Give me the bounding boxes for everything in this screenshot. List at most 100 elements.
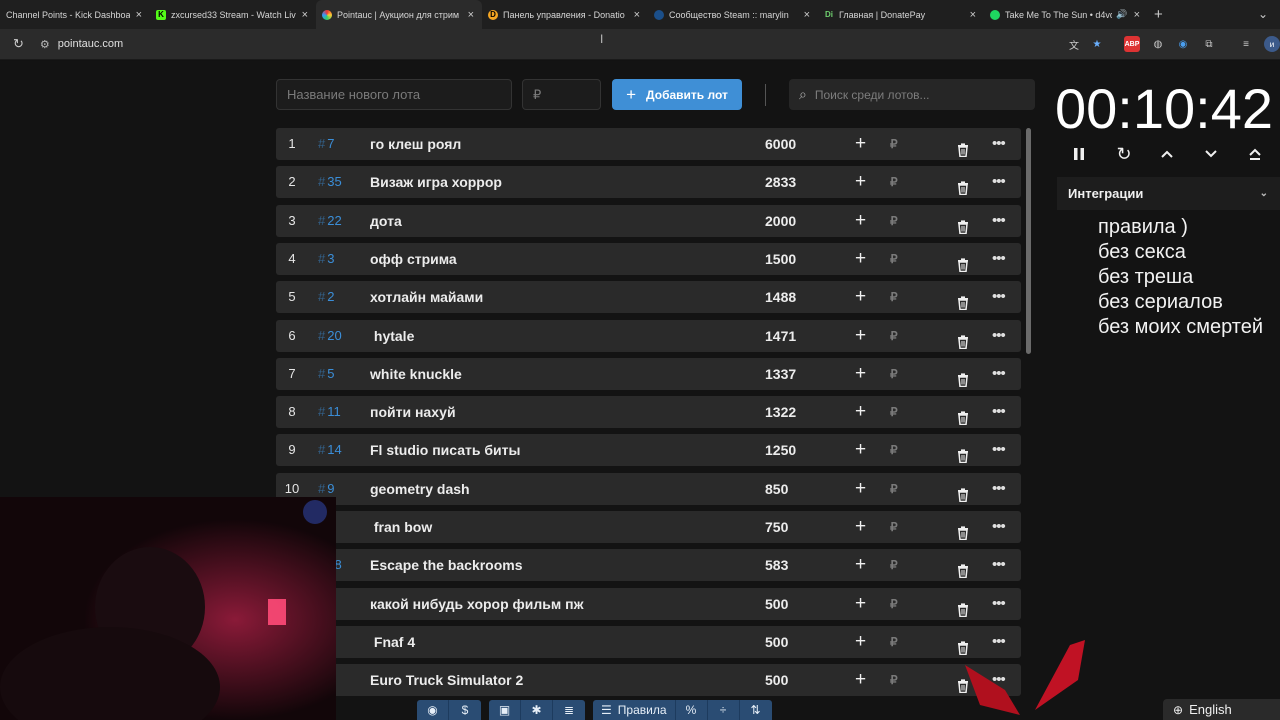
delete-lot-trash-icon[interactable] (957, 136, 969, 168)
more-options-icon[interactable]: ••• (992, 511, 1006, 543)
bookmark-star-icon[interactable]: ★ (1089, 36, 1105, 52)
lot-name[interactable]: го клеш роял (370, 128, 461, 160)
lot-row[interactable]: 7 #5 white knuckle 1337 + ₽ ••• (276, 357, 1021, 390)
reload-icon[interactable]: ↻ (13, 36, 24, 52)
more-options-icon[interactable]: ••• (992, 166, 1006, 198)
tab-close-icon[interactable]: × (302, 9, 308, 21)
lot-row[interactable]: #38Escape the backrooms583+₽••• (276, 549, 1021, 582)
add-amount-plus-icon[interactable]: + (855, 166, 866, 198)
currency-input[interactable]: ₽ (890, 549, 898, 581)
profile-avatar[interactable]: и (1264, 36, 1280, 52)
lot-row[interactable]: 5 #2 хотлайн майами 1488 + ₽ ••• (276, 281, 1021, 314)
delete-lot-trash-icon[interactable] (957, 596, 969, 628)
currency-input[interactable]: ₽ (890, 358, 898, 390)
add-amount-plus-icon[interactable]: + (855, 281, 866, 313)
currency-input[interactable]: ₽ (890, 588, 898, 620)
tab-close-icon[interactable]: × (136, 9, 142, 21)
lot-name[interactable]: white knuckle (370, 358, 462, 390)
lot-name-input[interactable]: Название нового лота (276, 79, 512, 110)
tab-kick-stream[interactable]: K zxcursed33 Stream - Watch Live × (150, 0, 316, 29)
add-lot-button[interactable]: + Добавить лот (612, 79, 742, 110)
tab-search-icon[interactable]: ⌄ (1258, 7, 1268, 21)
lot-row[interactable]: 10 #9 geometry dash 850 + ₽ ••• (276, 472, 1021, 505)
add-amount-plus-icon[interactable]: + (855, 128, 866, 160)
more-options-icon[interactable]: ••• (992, 588, 1006, 620)
lot-row[interactable]: 4 #3 офф стрима 1500 + ₽ ••• (276, 242, 1021, 275)
delete-lot-trash-icon[interactable] (957, 289, 969, 321)
delete-lot-trash-icon[interactable] (957, 519, 969, 551)
lot-name[interactable]: Fl studio писать биты (370, 434, 520, 466)
save-icon[interactable]: ▣ (489, 700, 521, 720)
currency-input[interactable]: ₽ (890, 626, 898, 658)
add-amount-plus-icon[interactable]: + (855, 243, 866, 275)
lot-name[interactable]: Визаж игра хоррор (370, 166, 502, 198)
lot-amount-input[interactable]: ₽ (522, 79, 601, 110)
delete-lot-trash-icon[interactable] (957, 557, 969, 589)
more-options-icon[interactable]: ••• (992, 128, 1006, 160)
bug-report-icon[interactable]: ✱ (521, 700, 553, 720)
rules-button[interactable]: ☰ Правила (593, 700, 676, 720)
lot-row[interactable]: 2 #35 Визаж игра хоррор 2833 + ₽ ••• (276, 166, 1021, 199)
percent-button[interactable]: % (676, 700, 708, 720)
tab-close-icon[interactable]: × (970, 9, 976, 21)
eject-icon[interactable] (1243, 142, 1267, 166)
lot-name[interactable]: hytale (370, 320, 414, 352)
lot-row[interactable]: 6 #20 hytale 1471 + ₽ ••• (276, 319, 1021, 352)
lot-row[interactable]: 1 #7 го клеш роял 6000 + ₽ ••• (276, 128, 1021, 160)
tab-steam-community[interactable]: Сообщество Steam :: marylin × (648, 0, 818, 29)
currency-input[interactable]: ₽ (890, 205, 898, 237)
extensions-puzzle-icon[interactable]: ⧉ (1201, 36, 1217, 52)
currency-input[interactable]: ₽ (890, 664, 898, 696)
more-options-icon[interactable]: ••• (992, 434, 1006, 466)
add-amount-plus-icon[interactable]: + (855, 664, 866, 696)
add-amount-plus-icon[interactable]: + (855, 358, 866, 390)
delete-lot-trash-icon[interactable] (957, 213, 969, 245)
chevron-down-icon[interactable] (1199, 142, 1223, 166)
lot-row[interactable]: #9 Fnaf 4500+₽••• (276, 625, 1021, 658)
tab-donation-panel[interactable]: D Панель управления - Donatio × (482, 0, 648, 29)
currency-input[interactable]: ₽ (890, 166, 898, 198)
lot-name[interactable]: Euro Truck Simulator 2 (370, 664, 523, 696)
more-options-icon[interactable]: ••• (992, 549, 1006, 581)
add-amount-plus-icon[interactable]: + (855, 549, 866, 581)
lot-row[interactable]: 9 #14 Fl studio писать биты 1250 + ₽ ••• (276, 434, 1021, 467)
delete-lot-trash-icon[interactable] (957, 404, 969, 436)
lot-search-input[interactable]: ⌕ Поиск среди лотов... (789, 79, 1035, 110)
more-options-icon[interactable]: ••• (992, 396, 1006, 428)
lot-name[interactable]: fran bow (370, 511, 432, 543)
chevron-up-icon[interactable] (1155, 142, 1179, 166)
extension-icon[interactable]: ◍ (1150, 36, 1166, 52)
lot-list-scrollbar[interactable] (1026, 128, 1031, 354)
integrations-panel-header[interactable]: Интеграции ⌄ (1057, 177, 1280, 210)
reset-timer-icon[interactable]: ↻ (1112, 142, 1136, 166)
lot-name[interactable]: хотлайн майами (370, 281, 483, 313)
add-amount-plus-icon[interactable]: + (855, 511, 866, 543)
split-icon[interactable]: ÷ (708, 700, 740, 720)
tab-donatepay[interactable]: Di Главная | DonatePay × (818, 0, 984, 29)
audio-playing-icon[interactable]: 🔊 (1116, 9, 1127, 20)
pause-icon[interactable] (1067, 142, 1091, 166)
tab-pointauc[interactable]: Pointauc | Аукцион для стрим × (316, 0, 482, 29)
add-amount-plus-icon[interactable]: + (855, 434, 866, 466)
currency-input[interactable]: ₽ (890, 473, 898, 505)
tab-spotify[interactable]: Take Me To The Sun • d4vd 🔊 × (984, 0, 1148, 29)
tab-close-icon[interactable]: × (468, 9, 474, 21)
translate-icon[interactable]: 文 (1066, 36, 1082, 52)
more-options-icon[interactable]: ••• (992, 320, 1006, 352)
more-options-icon[interactable]: ••• (992, 281, 1006, 313)
lot-row[interactable]: #8 fran bow750+₽••• (276, 511, 1021, 543)
site-info-icon[interactable]: ⚙ (40, 38, 50, 51)
delete-lot-trash-icon[interactable] (957, 174, 969, 206)
lot-name[interactable]: Escape the backrooms (370, 549, 523, 581)
media-control-icon[interactable]: ≡ (1238, 36, 1254, 52)
lot-row[interactable]: 3 #22 дота 2000 + ₽ ••• (276, 204, 1021, 237)
tab-close-icon[interactable]: × (634, 9, 640, 21)
sort-icon[interactable]: ⇅ (740, 700, 772, 720)
tab-close-icon[interactable]: × (804, 9, 810, 21)
currency-input[interactable]: ₽ (890, 434, 898, 466)
more-options-icon[interactable]: ••• (992, 473, 1006, 505)
language-selector[interactable]: ⊕ English (1163, 699, 1280, 720)
lot-name[interactable]: пойти нахуй (370, 396, 456, 428)
more-options-icon[interactable]: ••• (992, 358, 1006, 390)
lot-name[interactable]: Fnaf 4 (370, 626, 415, 658)
